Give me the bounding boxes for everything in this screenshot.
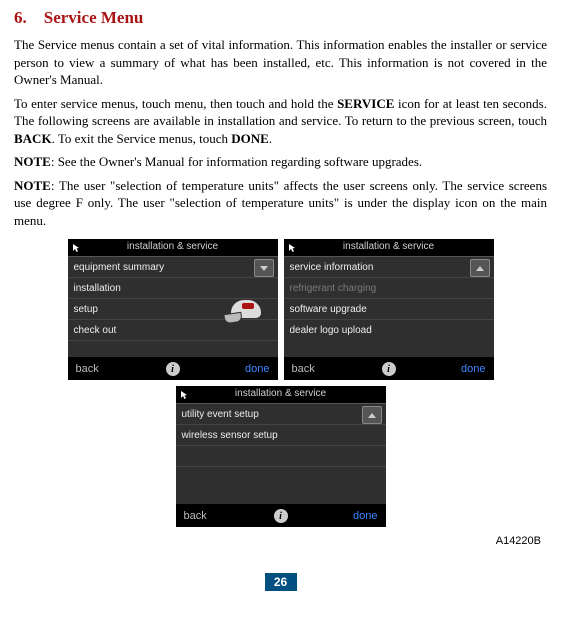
note-1: NOTE: See the Owner's Manual for informa… [14,153,547,171]
back-button[interactable]: back [184,510,207,522]
done-button[interactable]: done [461,363,485,375]
screen-header: installation & service [176,386,386,403]
screen-list: equipment summary installation setup check … [68,256,278,358]
scroll-up-button[interactable] [362,406,382,424]
figure-caption: A14220B [14,535,541,547]
screen-footer: back i done [68,358,278,380]
section-heading: 6. Service Menu [14,8,547,28]
chevron-up-icon [368,413,376,418]
info-icon[interactable]: i [166,362,180,376]
list-item [176,446,386,467]
screen-header-title: installation & service [176,388,386,399]
figure-area: installation & service equipment summary i… [14,239,547,547]
list-item-label: refrigerant charging [290,283,377,294]
service-cap-icon [224,295,264,323]
chevron-up-icon [476,266,484,271]
screen-list: service information refrigerant charging s… [284,256,494,358]
screen-footer: back i done [176,505,386,527]
list-item [176,467,386,487]
paragraph-1: The Service menus contain a set of vital… [14,36,547,89]
list-item[interactable]: wireless sensor setup [176,425,386,446]
device-screen-3: installation & service utility event setu… [176,386,386,527]
list-item-label: wireless sensor setup [182,430,278,441]
scroll-up-button[interactable] [470,259,490,277]
list-item-label: check out [74,325,117,336]
list-item[interactable]: refrigerant charging [284,278,494,299]
section-title-text: Service Menu [44,8,144,27]
device-screen-1: installation & service equipment summary i… [68,239,278,380]
list-item[interactable]: check out [68,320,278,341]
chevron-down-icon [260,266,268,271]
note-2: NOTE: The user "selection of temperature… [14,177,547,230]
screen-header-title: installation & service [68,241,278,252]
paragraph-2: To enter service menus, touch menu, then… [14,95,547,148]
device-screen-2: installation & service service informatio… [284,239,494,380]
section-number: 6. [14,8,27,27]
list-item-label: utility event setup [182,409,259,420]
info-icon[interactable]: i [382,362,396,376]
list-item-label: setup [74,304,98,315]
list-item[interactable]: dealer logo upload [284,320,494,340]
list-item-label: dealer logo upload [290,325,372,336]
list-item-label: service information [290,262,374,273]
screen-header: installation & service [284,239,494,256]
done-button[interactable]: done [353,510,377,522]
screen-header: installation & service [68,239,278,256]
list-item[interactable]: service information [284,257,494,278]
list-item[interactable]: software upgrade [284,299,494,320]
done-button[interactable]: done [245,363,269,375]
list-item[interactable]: equipment summary [68,257,278,278]
list-item[interactable]: utility event setup [176,404,386,425]
back-button[interactable]: back [292,363,315,375]
list-item-label: equipment summary [74,262,165,273]
back-button[interactable]: back [76,363,99,375]
screen-header-title: installation & service [284,241,494,252]
scroll-down-button[interactable] [254,259,274,277]
screen-footer: back i done [284,358,494,380]
list-item-label: installation [74,283,121,294]
screen-list: utility event setup wireless sensor setup [176,403,386,505]
list-item-label: software upgrade [290,304,367,315]
info-icon[interactable]: i [274,509,288,523]
page-number: 26 [265,573,297,591]
